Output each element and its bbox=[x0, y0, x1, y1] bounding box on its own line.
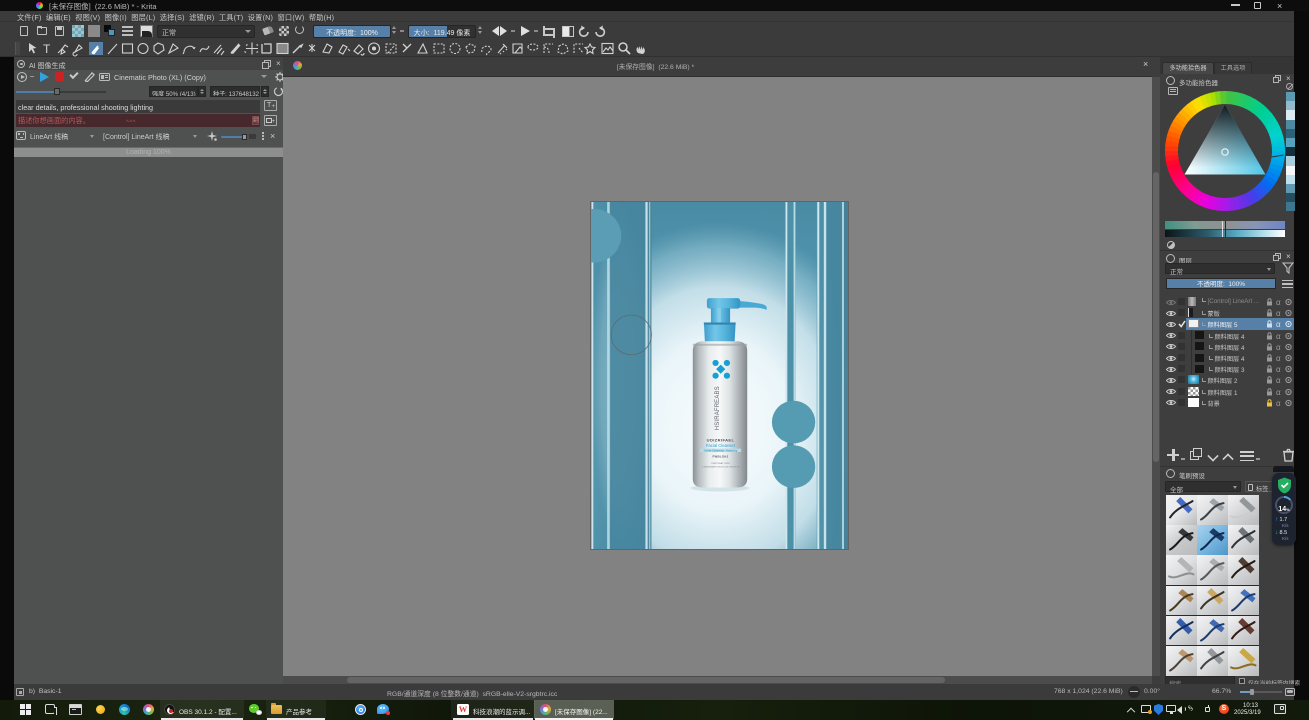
svg-text:UDIZRIFAEL: UDIZRIFAEL bbox=[707, 437, 735, 442]
svg-text:CWBTSWAT TWHT: CWBTSWAT TWHT bbox=[711, 462, 731, 465]
svg-text:α: α bbox=[1276, 376, 1281, 384]
svg-text:α: α bbox=[1276, 320, 1281, 328]
svg-text:α: α bbox=[1276, 354, 1281, 362]
svg-text:Facial Cleanser: Facial Cleanser bbox=[706, 443, 736, 448]
svg-text:α: α bbox=[1276, 343, 1281, 351]
svg-text:α: α bbox=[1276, 365, 1281, 373]
svg-text:CTBWWWAHT GBJTCCW LRVJB TS: CTBWWWAHT GBJTCCW LRVJB TS bbox=[702, 466, 740, 469]
svg-text:α: α bbox=[1276, 309, 1281, 317]
svg-text:Gentle Cleansing · Hydrating: Gentle Cleansing · Hydrating bbox=[704, 448, 738, 452]
svg-text:α: α bbox=[1276, 399, 1281, 407]
svg-text:α: α bbox=[1276, 298, 1281, 306]
svg-text:HSIRAFREABS: HSIRAFREABS bbox=[715, 386, 721, 430]
svg-text:α: α bbox=[1276, 388, 1281, 396]
svg-text:FWBLGHJ: FWBLGHJ bbox=[713, 454, 729, 458]
svg-text:α: α bbox=[1276, 332, 1281, 340]
svg-text:T: T bbox=[43, 42, 51, 56]
